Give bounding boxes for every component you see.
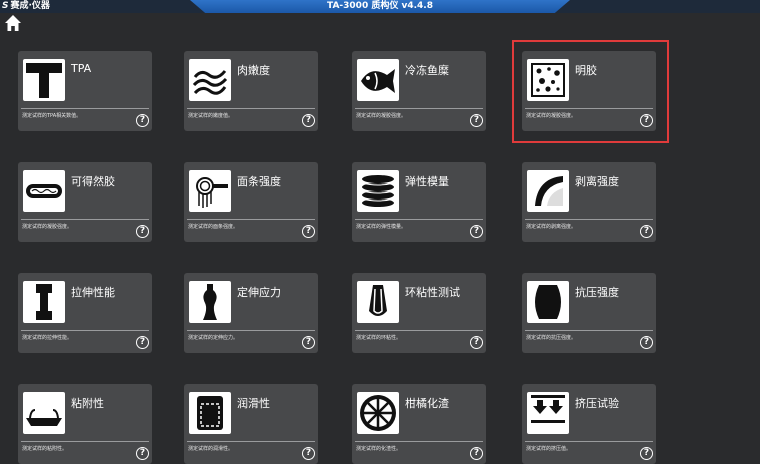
- t-letter-icon: [23, 59, 65, 101]
- peel-icon: [527, 170, 569, 212]
- tile-divider: [525, 330, 653, 331]
- test-tile[interactable]: 环粘性测试测定试样的环粘性。?: [352, 273, 486, 353]
- tile-description: 测定试样的面条强度。: [188, 224, 239, 230]
- app-title: TA-3000 质构仪 v4.4.8: [190, 0, 570, 13]
- test-tile[interactable]: 冷冻鱼糜测定试样的凝胶强度。?: [352, 51, 486, 131]
- help-icon[interactable]: ?: [136, 114, 149, 127]
- tile-divider: [355, 108, 483, 109]
- tile-divider: [187, 441, 315, 442]
- fish-icon: [357, 59, 399, 101]
- test-tile[interactable]: TPA 测定试样的TPA相关数值。?: [18, 51, 152, 131]
- test-tile[interactable]: 定伸应力测定试样的定伸应力。?: [184, 273, 318, 353]
- title-bar: S 赛成·仪器 TA-3000 质构仪 v4.4.8: [0, 0, 760, 13]
- tile-description: 测定试样的润滑性。: [188, 446, 234, 452]
- tile-divider: [525, 441, 653, 442]
- barrel-icon: [527, 281, 569, 323]
- help-icon[interactable]: ?: [470, 225, 483, 238]
- tile-description: 测定试样的剥离强度。: [526, 224, 577, 230]
- dumbbell-specimen-icon: [23, 281, 65, 323]
- tile-title: 拉伸性能: [71, 286, 115, 299]
- help-icon[interactable]: ?: [470, 336, 483, 349]
- tile-title: TPA: [71, 62, 92, 75]
- tile-divider: [355, 441, 483, 442]
- tile-description: 测定试样的粘附性。: [22, 446, 68, 452]
- selection-highlight: [512, 40, 669, 143]
- stack-icon: [357, 170, 399, 212]
- tile-divider: [187, 330, 315, 331]
- help-icon[interactable]: ?: [470, 447, 483, 460]
- tile-description: 测定试样的凝胶强度。: [22, 224, 73, 230]
- bacon-icon: [189, 59, 231, 101]
- brand-name: 赛成·仪器: [10, 1, 50, 11]
- tile-title: 可得然胶: [71, 175, 115, 188]
- test-tile[interactable]: 肉嫩度测定试样的嫩度值。?: [184, 51, 318, 131]
- tile-description: 测定试样的抗压强度。: [526, 335, 577, 341]
- bottle-icon: [189, 281, 231, 323]
- press-arrows-icon: [527, 392, 569, 434]
- tile-title: 剥离强度: [575, 175, 619, 188]
- help-icon[interactable]: ?: [136, 225, 149, 238]
- help-icon[interactable]: ?: [640, 225, 653, 238]
- tile-title: 弹性模量: [405, 175, 449, 188]
- help-icon[interactable]: ?: [640, 336, 653, 349]
- test-tile[interactable]: 柑橘化渣测定试样的化渣性。?: [352, 384, 486, 464]
- tile-description: 测定试样的TPA相关数值。: [22, 113, 82, 119]
- test-tile[interactable]: 可得然胶测定试样的凝胶强度。?: [18, 162, 152, 242]
- tile-description: 测定试样的环粘性。: [356, 335, 402, 341]
- boat-icon: [23, 392, 65, 434]
- help-icon[interactable]: ?: [302, 225, 315, 238]
- tile-title: 肉嫩度: [237, 64, 270, 77]
- tile-title: 面条强度: [237, 175, 281, 188]
- tile-divider: [355, 330, 483, 331]
- tile-title: 粘附性: [71, 397, 104, 410]
- tile-title: 抗压强度: [575, 286, 619, 299]
- test-tile[interactable]: 挤压试验测定试样的挤压值。?: [522, 384, 656, 464]
- tile-description: 测定试样的挤压值。: [526, 446, 572, 452]
- tile-title: 柑橘化渣: [405, 397, 449, 410]
- tile-divider: [21, 108, 149, 109]
- tile-divider: [21, 330, 149, 331]
- test-tile[interactable]: 抗压强度测定试样的抗压强度。?: [522, 273, 656, 353]
- tile-divider: [525, 219, 653, 220]
- test-tile[interactable]: 拉伸性能测定试样的拉伸性能。?: [18, 273, 152, 353]
- help-icon[interactable]: ?: [302, 447, 315, 460]
- noodle-fork-icon: [189, 170, 231, 212]
- tile-description: 测定试样的拉伸性能。: [22, 335, 73, 341]
- test-tile[interactable]: 粘附性测定试样的粘附性。?: [18, 384, 152, 464]
- test-tile[interactable]: 弹性模量测定试样的弹性模量。?: [352, 162, 486, 242]
- help-icon[interactable]: ?: [302, 114, 315, 127]
- brand-logo-icon: S: [2, 1, 9, 11]
- test-tile[interactable]: 面条强度测定试样的面条强度。?: [184, 162, 318, 242]
- tile-description: 测定试样的嫩度值。: [188, 113, 234, 119]
- loop-tape-icon: [357, 281, 399, 323]
- tile-title: 定伸应力: [237, 286, 281, 299]
- tile-description: 测定试样的凝胶强度。: [356, 113, 407, 119]
- help-icon[interactable]: ?: [136, 336, 149, 349]
- tile-title: 润滑性: [237, 397, 270, 410]
- tile-description: 测定试样的弹性模量。: [356, 224, 407, 230]
- help-icon[interactable]: ?: [470, 114, 483, 127]
- test-tile[interactable]: 润滑性测定试样的润滑性。?: [184, 384, 318, 464]
- container-icon: [189, 392, 231, 434]
- test-tile[interactable]: 剥离强度测定试样的剥离强度。?: [522, 162, 656, 242]
- tile-description: 测定试样的化渣性。: [356, 446, 402, 452]
- tile-divider: [21, 219, 149, 220]
- tile-divider: [187, 219, 315, 220]
- home-icon[interactable]: [4, 14, 22, 32]
- tile-divider: [355, 219, 483, 220]
- help-icon[interactable]: ?: [640, 447, 653, 460]
- hotdog-icon: [23, 170, 65, 212]
- tile-title: 冷冻鱼糜: [405, 64, 449, 77]
- brand: S 赛成·仪器: [2, 0, 50, 13]
- tile-title: 挤压试验: [575, 397, 619, 410]
- tile-title: 环粘性测试: [405, 286, 460, 299]
- tile-divider: [187, 108, 315, 109]
- tile-description: 测定试样的定伸应力。: [188, 335, 239, 341]
- help-icon[interactable]: ?: [136, 447, 149, 460]
- tile-divider: [21, 441, 149, 442]
- help-icon[interactable]: ?: [302, 336, 315, 349]
- orange-slice-icon: [357, 392, 399, 434]
